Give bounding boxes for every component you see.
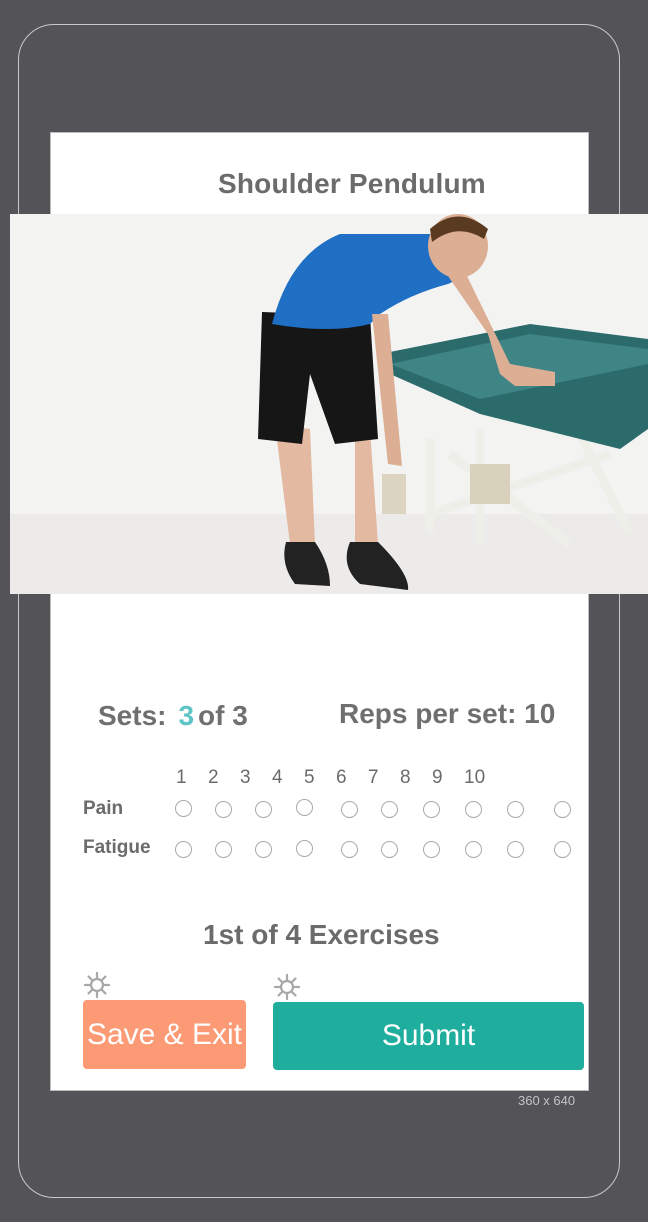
scale-number: 5 [304,767,315,788]
pain-radio-9[interactable] [507,801,524,818]
sets-total: of 3 [198,700,248,731]
pain-radio-6[interactable] [381,801,398,818]
fatigue-radio-6[interactable] [381,841,398,858]
fatigue-radio-8[interactable] [465,841,482,858]
fatigue-label: Fatigue [83,837,151,858]
reps-per-set: Reps per set: 10 [339,698,556,729]
fatigue-radio-3[interactable] [255,841,272,858]
scale-number: 4 [272,767,283,788]
submit-button[interactable]: Submit [273,1002,584,1070]
viewport-size-label: 360 x 640 [518,1093,576,1108]
exercise-title: Shoulder Pendulum [218,168,486,199]
pain-radio-5[interactable] [341,801,358,818]
scale-number: 2 [208,767,219,788]
fatigue-radio-10[interactable] [554,841,571,858]
sets-counter: Sets: 3 of 3 [98,700,248,732]
pain-radio-3[interactable] [255,801,272,818]
exercise-image [10,214,648,594]
scale-number: 8 [400,767,411,788]
pain-label: Pain [83,798,124,819]
gear-icon[interactable] [83,971,111,999]
pain-radio-10[interactable] [554,801,571,818]
exercise-progress: 1st of 4 Exercises [203,919,440,950]
pain-radio-1[interactable] [175,800,192,817]
fatigue-radio-1[interactable] [175,841,192,858]
scale-number: 10 [464,767,486,788]
save-exit-button[interactable]: Save & Exit [83,1000,246,1069]
scale-number: 1 [176,767,187,788]
pain-radio-4[interactable] [296,799,313,816]
scale-number: 9 [432,767,443,788]
scale-number: 7 [368,767,379,788]
fatigue-radio-9[interactable] [507,841,524,858]
fatigue-radio-2[interactable] [215,841,232,858]
gear-icon[interactable] [273,973,301,1001]
pain-radio-8[interactable] [465,801,482,818]
pain-radio-2[interactable] [215,801,232,818]
scale-number: 3 [240,767,251,788]
fatigue-radio-7[interactable] [423,841,440,858]
fatigue-radio-5[interactable] [341,841,358,858]
sets-label: Sets: [98,700,167,731]
scale-number: 6 [336,767,347,788]
fatigue-radio-4[interactable] [296,840,313,857]
sets-current: 3 [178,700,195,731]
pain-radio-7[interactable] [423,801,440,818]
